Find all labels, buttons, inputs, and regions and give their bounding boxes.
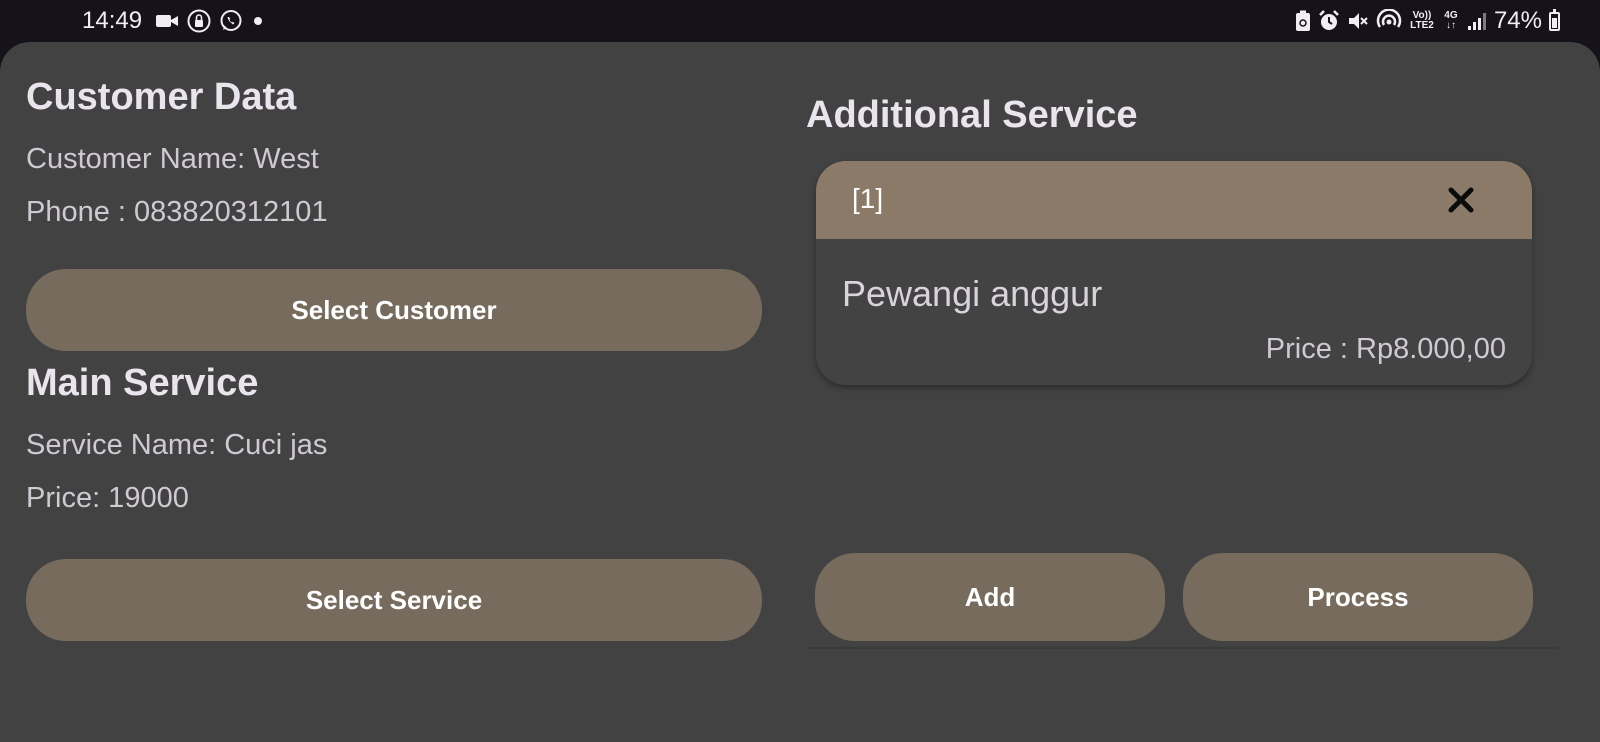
dot-icon (254, 17, 262, 25)
item-index: [1] (852, 183, 884, 214)
customer-name-row: Customer Name: West (26, 143, 319, 175)
card-header: [1] (816, 161, 1532, 239)
volte-icon: Vo)) LTE2 (1410, 10, 1434, 31)
remove-item-button[interactable] (1440, 179, 1482, 221)
select-customer-button[interactable]: Select Customer (26, 269, 762, 351)
battery-icon (1549, 8, 1560, 31)
additional-service-heading: Additional Service (806, 94, 1138, 136)
select-service-button[interactable]: Select Service (26, 559, 762, 641)
close-icon (1448, 187, 1474, 213)
alarm-icon (1319, 10, 1339, 30)
additional-service-card: [1] Pewangi anggur Price : Rp8.000,00 (816, 161, 1532, 385)
battery-percentage: 74% (1493, 7, 1542, 34)
transaction-sheet: Customer Data Customer Name: West Phone … (0, 42, 1600, 742)
battery-level (1552, 17, 1557, 28)
customer-phone-row: Phone : 083820312101 (26, 196, 328, 228)
customer-data-heading: Customer Data (26, 76, 297, 118)
lock-circle-icon (187, 9, 211, 33)
whatsapp-icon (220, 10, 242, 31)
item-name: Pewangi anggur (842, 273, 1103, 314)
main-service-heading: Main Service (26, 362, 259, 404)
status-bar: 14:49 Vo)) LTE2 4G ↓↑ 74% (0, 0, 1600, 42)
divider (806, 647, 1558, 649)
video-camera-icon (156, 15, 178, 27)
status-notification-icons (155, 9, 265, 33)
battery-saver-icon (1295, 10, 1310, 31)
signal-icon (1467, 13, 1486, 30)
data-4g-icon: 4G ↓↑ (1444, 10, 1458, 31)
item-price: Price : Rp8.000,00 (1265, 333, 1506, 365)
process-button[interactable]: Process (1183, 553, 1533, 641)
service-price-row: Price: 19000 (26, 482, 189, 514)
status-system-icons: Vo)) LTE2 4G ↓↑ 74% (1295, 7, 1560, 35)
hotspot-icon (1376, 9, 1402, 28)
status-time: 14:49 (82, 7, 143, 34)
mute-icon (1348, 13, 1368, 29)
service-name-row: Service Name: Cuci jas (26, 429, 328, 461)
network-type-label: 4G (1444, 10, 1458, 21)
add-button[interactable]: Add (815, 553, 1165, 641)
